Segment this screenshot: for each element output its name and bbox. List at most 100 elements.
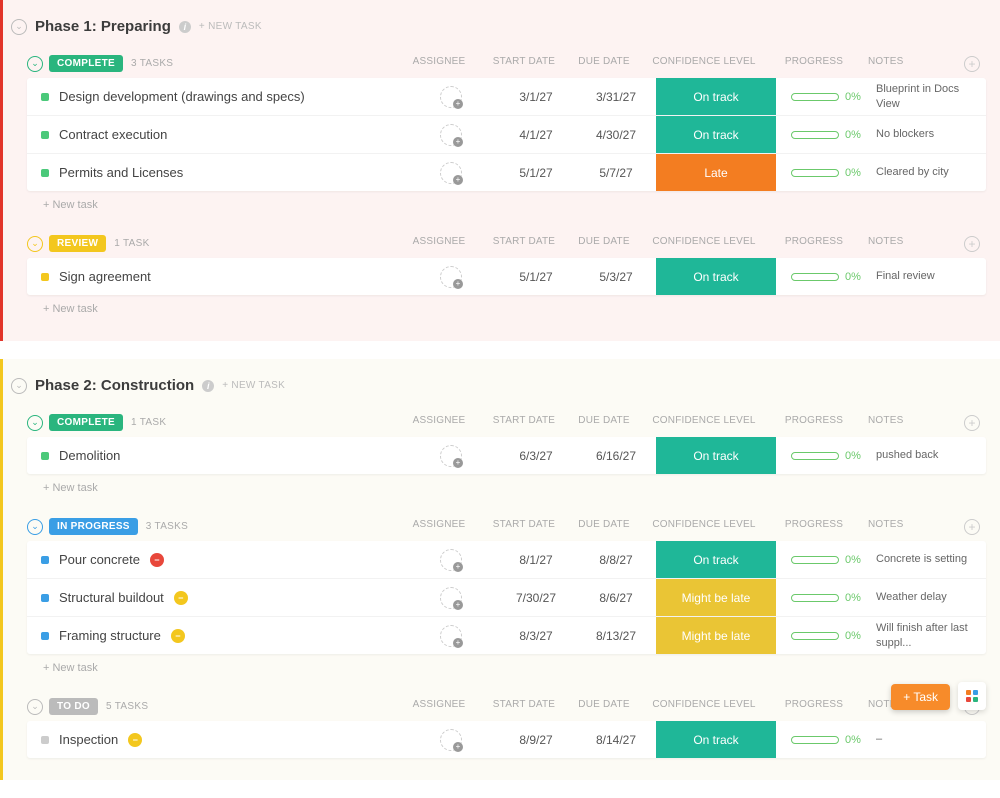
new-task-link[interactable]: + NEW TASK: [199, 21, 262, 32]
progress-percent: 0%: [845, 271, 861, 283]
confidence-cell[interactable]: On track: [656, 116, 776, 153]
new-task-link[interactable]: + New task: [27, 191, 986, 215]
assignee-avatar[interactable]: [440, 625, 462, 647]
confidence-cell[interactable]: On track: [656, 437, 776, 474]
task-row[interactable]: Structural buildout − 7/30/27 8/6/27 Mig…: [27, 579, 986, 617]
due-date[interactable]: 8/13/27: [576, 629, 656, 643]
start-date[interactable]: 5/1/27: [496, 270, 576, 284]
confidence-cell[interactable]: Late: [656, 154, 776, 191]
apps-grid-button[interactable]: [958, 682, 986, 710]
due-date[interactable]: 8/8/27: [576, 553, 656, 567]
due-date[interactable]: 3/31/27: [576, 90, 656, 104]
assignee-avatar[interactable]: [440, 266, 462, 288]
assignee-avatar[interactable]: [440, 124, 462, 146]
assignee-avatar[interactable]: [440, 729, 462, 751]
confidence-cell[interactable]: On track: [656, 78, 776, 115]
notes-cell[interactable]: Weather delay: [876, 590, 986, 604]
start-date[interactable]: 8/9/27: [496, 733, 576, 747]
assignee-avatar[interactable]: [440, 445, 462, 467]
due-date[interactable]: 6/16/27: [576, 449, 656, 463]
chevron-down-icon[interactable]: ⌄: [27, 56, 43, 72]
confidence-cell[interactable]: On track: [656, 258, 776, 295]
start-date[interactable]: 6/3/27: [496, 449, 576, 463]
start-date[interactable]: 4/1/27: [496, 128, 576, 142]
info-icon[interactable]: i: [202, 380, 214, 392]
task-row[interactable]: Framing structure − 8/3/27 8/13/27 Might…: [27, 617, 986, 654]
notes-cell[interactable]: pushed back: [876, 448, 986, 462]
task-row[interactable]: Design development (drawings and specs) …: [27, 78, 986, 116]
notes-cell[interactable]: –: [876, 732, 986, 746]
progress-cell[interactable]: 0%: [776, 450, 876, 462]
due-date[interactable]: 4/30/27: [576, 128, 656, 142]
assignee-avatar[interactable]: [440, 162, 462, 184]
col-header-progress: PROGRESS: [764, 415, 864, 431]
task-row[interactable]: Contract execution 4/1/27 4/30/27 On tra…: [27, 116, 986, 154]
progress-cell[interactable]: 0%: [776, 592, 876, 604]
add-column-button[interactable]: +: [964, 519, 980, 535]
progress-percent: 0%: [845, 129, 861, 141]
task-name: Design development (drawings and specs): [59, 89, 305, 104]
assignee-avatar[interactable]: [440, 587, 462, 609]
chevron-down-icon[interactable]: ⌄: [11, 378, 27, 394]
notes-cell[interactable]: No blockers: [876, 127, 986, 141]
chevron-down-icon[interactable]: ⌄: [27, 699, 43, 715]
start-date[interactable]: 7/30/27: [496, 591, 576, 605]
progress-percent: 0%: [845, 592, 861, 604]
progress-cell[interactable]: 0%: [776, 271, 876, 283]
chevron-down-icon[interactable]: ⌄: [27, 236, 43, 252]
due-date[interactable]: 5/3/27: [576, 270, 656, 284]
progress-cell[interactable]: 0%: [776, 129, 876, 141]
add-column-button[interactable]: +: [964, 56, 980, 72]
start-date[interactable]: 5/1/27: [496, 166, 576, 180]
progress-cell[interactable]: 0%: [776, 167, 876, 179]
assignee-avatar[interactable]: [440, 549, 462, 571]
notes-cell[interactable]: Concrete is setting: [876, 552, 986, 566]
confidence-cell[interactable]: Might be late: [656, 617, 776, 654]
notes-cell[interactable]: Cleared by city: [876, 165, 986, 179]
start-date[interactable]: 3/1/27: [496, 90, 576, 104]
task-row[interactable]: Permits and Licenses 5/1/27 5/7/27 Late …: [27, 154, 986, 191]
confidence-cell[interactable]: Might be late: [656, 579, 776, 616]
new-task-link[interactable]: + New task: [27, 474, 986, 498]
task-row[interactable]: Pour concrete − 8/1/27 8/8/27 On track 0…: [27, 541, 986, 579]
notes-cell[interactable]: Will finish after last suppl...: [876, 621, 986, 650]
task-row[interactable]: Demolition 6/3/27 6/16/27 On track 0% pu…: [27, 437, 986, 474]
new-task-fab[interactable]: + Task: [891, 684, 950, 710]
progress-cell[interactable]: 0%: [776, 91, 876, 103]
chevron-down-icon[interactable]: ⌄: [27, 519, 43, 535]
notes-cell[interactable]: Final review: [876, 269, 986, 283]
new-task-link[interactable]: + New task: [27, 654, 986, 678]
chevron-down-icon[interactable]: ⌄: [11, 19, 27, 35]
notes-cell[interactable]: Blueprint in Docs View: [876, 82, 986, 111]
status-badge[interactable]: IN PROGRESS: [49, 518, 138, 535]
task-row[interactable]: Sign agreement 5/1/27 5/3/27 On track 0%…: [27, 258, 986, 295]
col-header-progress: PROGRESS: [764, 236, 864, 252]
due-date[interactable]: 8/14/27: [576, 733, 656, 747]
status-badge[interactable]: REVIEW: [49, 235, 106, 252]
due-date[interactable]: 8/6/27: [576, 591, 656, 605]
progress-cell[interactable]: 0%: [776, 630, 876, 642]
task-name: Contract execution: [59, 127, 167, 142]
task-row[interactable]: Inspection − 8/9/27 8/14/27 On track 0% …: [27, 721, 986, 758]
status-badge[interactable]: TO DO: [49, 698, 98, 715]
status-badge[interactable]: COMPLETE: [49, 414, 123, 431]
new-task-link[interactable]: + NEW TASK: [222, 380, 285, 391]
confidence-cell[interactable]: On track: [656, 721, 776, 758]
confidence-cell[interactable]: On track: [656, 541, 776, 578]
info-icon[interactable]: i: [179, 21, 191, 33]
chevron-down-icon[interactable]: ⌄: [27, 415, 43, 431]
progress-cell[interactable]: 0%: [776, 734, 876, 746]
progress-cell[interactable]: 0%: [776, 554, 876, 566]
col-header-notes: NOTES: [864, 519, 964, 535]
add-column-button[interactable]: +: [964, 236, 980, 252]
start-date[interactable]: 8/1/27: [496, 553, 576, 567]
status-badge[interactable]: COMPLETE: [49, 55, 123, 72]
new-task-link[interactable]: + New task: [27, 295, 986, 319]
col-header-notes: NOTES: [864, 415, 964, 431]
add-column-button[interactable]: +: [964, 415, 980, 431]
status-square-icon: [41, 556, 49, 564]
progress-bar-icon: [791, 169, 839, 177]
start-date[interactable]: 8/3/27: [496, 629, 576, 643]
assignee-avatar[interactable]: [440, 86, 462, 108]
due-date[interactable]: 5/7/27: [576, 166, 656, 180]
